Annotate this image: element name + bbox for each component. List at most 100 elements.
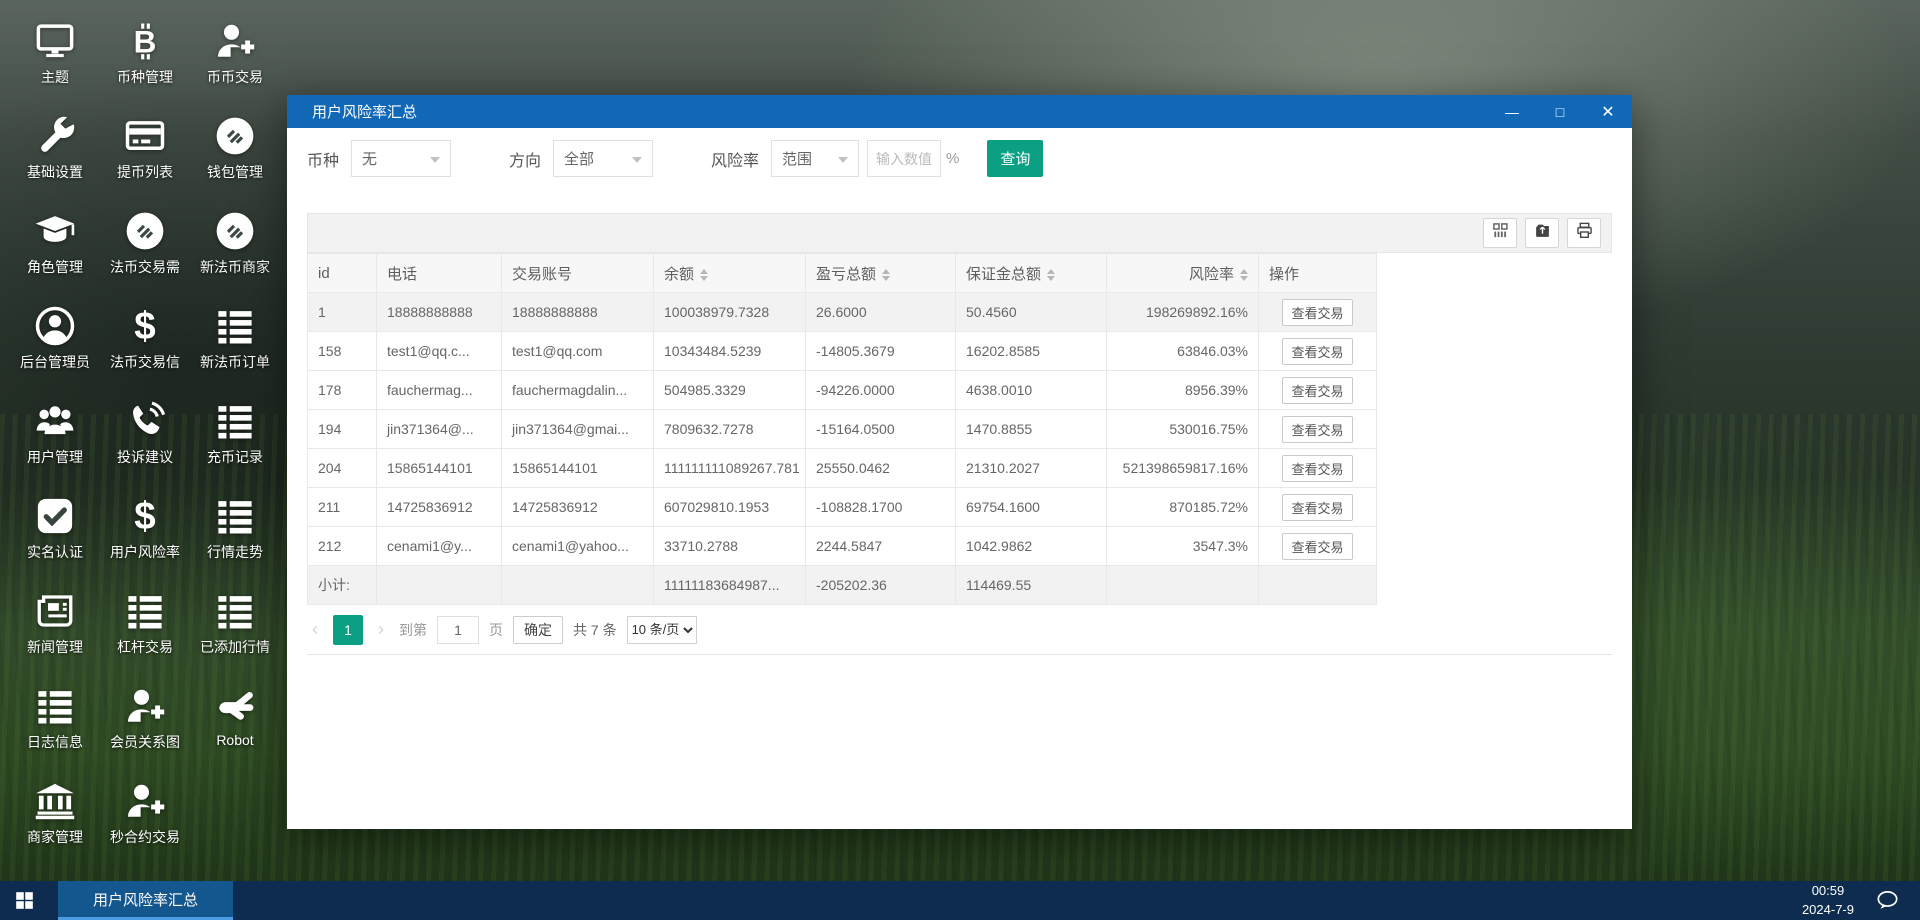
- column-header[interactable]: 余额: [653, 253, 806, 293]
- subtotal-cell: -205202.36: [805, 565, 956, 605]
- currency-select[interactable]: 无: [351, 140, 452, 177]
- export-button[interactable]: [1525, 218, 1559, 248]
- risk-value-input[interactable]: [867, 140, 942, 177]
- chevron-down-icon: [430, 157, 441, 163]
- desktop-icon-21[interactable]: 日志信息: [10, 677, 100, 772]
- view-trades-button[interactable]: 查看交易: [1282, 376, 1353, 404]
- desktop-icon-16[interactable]: $ 用户风险率: [100, 487, 190, 582]
- current-page-button[interactable]: 1: [333, 614, 363, 645]
- graduation-cap-icon: [34, 208, 76, 254]
- prev-page-icon[interactable]: ‹: [307, 619, 323, 640]
- desktop-icon-0[interactable]: 主题: [10, 12, 100, 107]
- table-row: 178 fauchermag... fauchermagdalin... 504985…: [307, 370, 1377, 410]
- next-page-icon[interactable]: ›: [373, 619, 389, 640]
- desktop-icon-10[interactable]: $ 法币交易信: [100, 297, 190, 392]
- desktop-icon-label: 后台管理员: [20, 354, 90, 370]
- window-titlebar[interactable]: 用户风险率汇总 — □ ✕: [287, 95, 1632, 128]
- taskbar-task-user-risk-summary[interactable]: 用户风险率汇总: [58, 881, 233, 920]
- desktop-icon-13[interactable]: 投诉建议: [100, 392, 190, 487]
- desktop-icon-11[interactable]: 新法币订单: [190, 297, 280, 392]
- desktop-icon-25[interactable]: 秒合约交易: [100, 772, 190, 867]
- clock-time: 00:59: [1811, 882, 1845, 898]
- goto-page-input[interactable]: [437, 615, 479, 644]
- sort-icon[interactable]: [882, 268, 891, 281]
- desktop-icon-label: 投诉建议: [117, 449, 173, 465]
- desktop-icon-2[interactable]: 币币交易: [190, 12, 280, 107]
- view-trades-button[interactable]: 查看交易: [1282, 337, 1353, 365]
- view-trades-button[interactable]: 查看交易: [1282, 532, 1353, 560]
- desktop-icon-label: 新法币订单: [200, 354, 270, 370]
- subtotal-row: 小计: 11111183684987... -205202.36 114469.55: [307, 565, 1377, 605]
- credit-card-icon: [124, 113, 166, 159]
- filter-bar: 币种 无 方向 全部 风险率 范围 % 查询: [307, 140, 1612, 177]
- filter-columns-button[interactable]: [1483, 218, 1517, 248]
- newspaper-icon: [34, 588, 76, 634]
- table-cell: 15865144101: [376, 448, 502, 488]
- desktop-icon-17[interactable]: 行情走势: [190, 487, 280, 582]
- desktop-icon-19[interactable]: 杠杆交易: [100, 582, 190, 677]
- chat-bubble-icon[interactable]: [1872, 888, 1902, 913]
- column-header[interactable]: 风险率: [1106, 253, 1259, 293]
- desktop-icon-22[interactable]: 会员关系图: [100, 677, 190, 772]
- table-cell: 111111111089267.781: [653, 448, 806, 488]
- bitcoin-icon: B: [124, 18, 166, 64]
- user-plus-icon: [124, 683, 166, 729]
- table-cell: -14805.3679: [805, 331, 956, 371]
- table-header-row: id 电话 交易账号 余额 盈亏总额 保证金总额 风险率 操作: [307, 253, 1377, 293]
- sort-icon[interactable]: [1047, 268, 1056, 281]
- risk-mode-select[interactable]: 范围: [771, 140, 860, 177]
- sort-icon[interactable]: [1240, 268, 1248, 281]
- column-header[interactable]: 盈亏总额: [805, 253, 956, 293]
- desktop-icon-5[interactable]: 钱包管理: [190, 107, 280, 202]
- desktop-icon-14[interactable]: 充币记录: [190, 392, 280, 487]
- print-button[interactable]: [1567, 218, 1601, 248]
- desktop-icon-24[interactable]: 商家管理: [10, 772, 100, 867]
- table-cell: 212: [307, 526, 377, 566]
- desktop-icon-label: 用户管理: [27, 449, 83, 465]
- sort-icon[interactable]: [700, 268, 709, 281]
- table-cell: 870185.72%: [1106, 487, 1259, 527]
- direction-select-value: 全部: [564, 151, 595, 168]
- desktop-icon-9[interactable]: 后台管理员: [10, 297, 100, 392]
- goto-confirm-button[interactable]: 确定: [513, 615, 563, 644]
- desktop-icon-23[interactable]: Robot: [190, 677, 280, 772]
- print-icon: [1576, 222, 1593, 244]
- table-cell: 69754.1600: [955, 487, 1107, 527]
- desktop-icon-label: 主题: [41, 69, 69, 85]
- desktop-icon-8[interactable]: 新法币商家: [190, 202, 280, 297]
- desktop-icon-4[interactable]: 提币列表: [100, 107, 190, 202]
- maximize-button[interactable]: □: [1536, 95, 1584, 128]
- view-trades-button[interactable]: 查看交易: [1282, 415, 1353, 443]
- per-page-select[interactable]: 10 条/页: [626, 615, 697, 644]
- table-cell: 521398659817.16%: [1106, 448, 1259, 488]
- desktop-icon-3[interactable]: 基础设置: [10, 107, 100, 202]
- desktop-icon-label: 钱包管理: [207, 164, 263, 180]
- column-header[interactable]: 保证金总额: [955, 253, 1107, 293]
- currency-select-value: 无: [362, 151, 378, 168]
- close-button[interactable]: ✕: [1584, 95, 1632, 128]
- view-trades-button[interactable]: 查看交易: [1282, 493, 1353, 521]
- desktop-icon-6[interactable]: 角色管理: [10, 202, 100, 297]
- desktop-icon-15[interactable]: 实名认证: [10, 487, 100, 582]
- desktop-icon-7[interactable]: 法币交易需: [100, 202, 190, 297]
- desktop-icon-18[interactable]: 新闻管理: [10, 582, 100, 677]
- view-trades-button[interactable]: 查看交易: [1282, 298, 1353, 326]
- desktop-icon-label: 角色管理: [27, 259, 83, 275]
- table-cell: 158: [307, 331, 377, 371]
- desktop-icon-20[interactable]: 已添加行情: [190, 582, 280, 677]
- desktop-icon-1[interactable]: B 币种管理: [100, 12, 190, 107]
- view-trades-button[interactable]: 查看交易: [1282, 454, 1353, 482]
- svg-text:B: B: [134, 23, 157, 59]
- subtotal-cell: [501, 565, 654, 605]
- table-cell: 10343484.5239: [653, 331, 806, 371]
- risk-filter-label: 风险率: [711, 152, 760, 170]
- search-button[interactable]: 查询: [987, 140, 1044, 177]
- coin-logo-icon: [124, 208, 166, 254]
- table-cell: 1470.8855: [955, 409, 1107, 449]
- table-cell: 33710.2788: [653, 526, 806, 566]
- minimize-button[interactable]: —: [1488, 95, 1536, 128]
- start-button[interactable]: [0, 881, 48, 920]
- direction-select[interactable]: 全部: [553, 140, 654, 177]
- subtotal-cell: 11111183684987...: [653, 565, 806, 605]
- desktop-icon-12[interactable]: 用户管理: [10, 392, 100, 487]
